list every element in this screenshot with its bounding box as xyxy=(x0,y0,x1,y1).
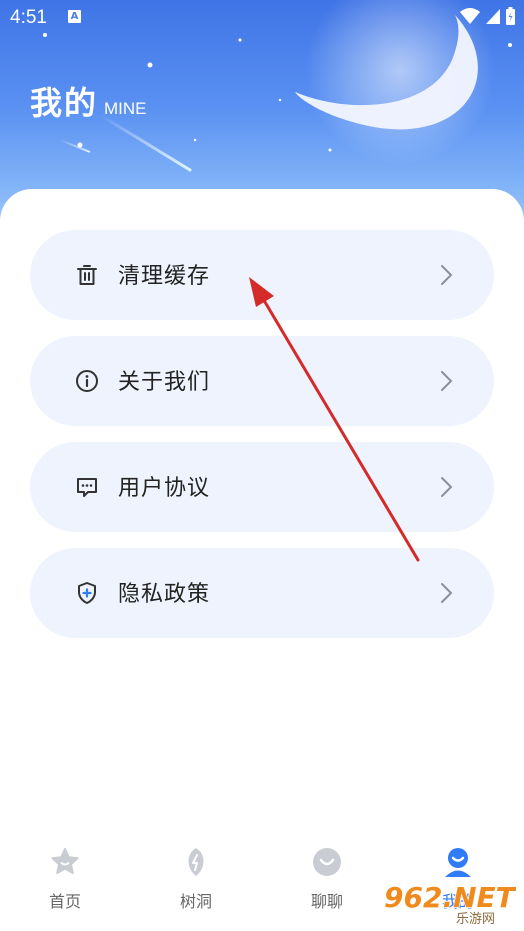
status-bar: 4:51 A xyxy=(0,0,524,36)
page-title: 我的 MINE xyxy=(30,78,147,124)
page-subtitle: MINE xyxy=(104,99,147,118)
status-time: 4:51 xyxy=(10,7,47,28)
menu-item-label: 用户协议 xyxy=(118,476,211,501)
notification-icon: A xyxy=(68,10,81,23)
battery-icon xyxy=(506,7,515,25)
menu-item-about-us[interactable]: 关于我们 xyxy=(30,336,494,426)
tab-chat[interactable]: 聊聊 xyxy=(277,840,377,931)
chevron-right-icon xyxy=(441,371,453,391)
tab-tree-hole[interactable]: 树洞 xyxy=(146,840,246,931)
info-icon xyxy=(76,370,98,392)
tab-home[interactable]: 首页 xyxy=(15,840,115,931)
menu-item-label: 清理缓存 xyxy=(118,264,211,289)
tab-label: 首页 xyxy=(48,892,81,911)
wifi-icon xyxy=(460,8,480,24)
tab-label: 聊聊 xyxy=(310,892,343,911)
leaf-icon xyxy=(188,848,204,876)
smile-icon xyxy=(313,848,341,876)
shield-icon xyxy=(78,582,96,604)
status-icons xyxy=(459,6,516,26)
user-icon xyxy=(445,848,471,877)
svg-text:962.NET: 962.NET xyxy=(384,881,516,914)
chevron-right-icon xyxy=(441,583,453,603)
menu-item-privacy-policy[interactable]: 隐私政策 xyxy=(30,548,494,638)
signal-icon xyxy=(486,9,500,24)
watermark-logo: 962.NET 乐游网 xyxy=(380,877,517,927)
content-card: 清理缓存 关于我们 用户协议 隐私政策 xyxy=(0,189,524,829)
tab-label: 树洞 xyxy=(179,892,212,911)
menu-item-label: 隐私政策 xyxy=(118,582,211,607)
svg-text:乐游网: 乐游网 xyxy=(456,912,495,927)
chevron-right-icon xyxy=(441,265,453,285)
chevron-right-icon xyxy=(441,477,453,497)
menu-item-label: 关于我们 xyxy=(118,370,211,395)
menu-item-user-agreement[interactable]: 用户协议 xyxy=(30,442,494,532)
menu-item-clear-cache[interactable]: 清理缓存 xyxy=(30,230,494,320)
page-title-text: 我的 xyxy=(30,84,99,122)
message-icon xyxy=(77,478,97,497)
star-icon xyxy=(51,848,79,874)
trash-icon xyxy=(77,265,97,285)
